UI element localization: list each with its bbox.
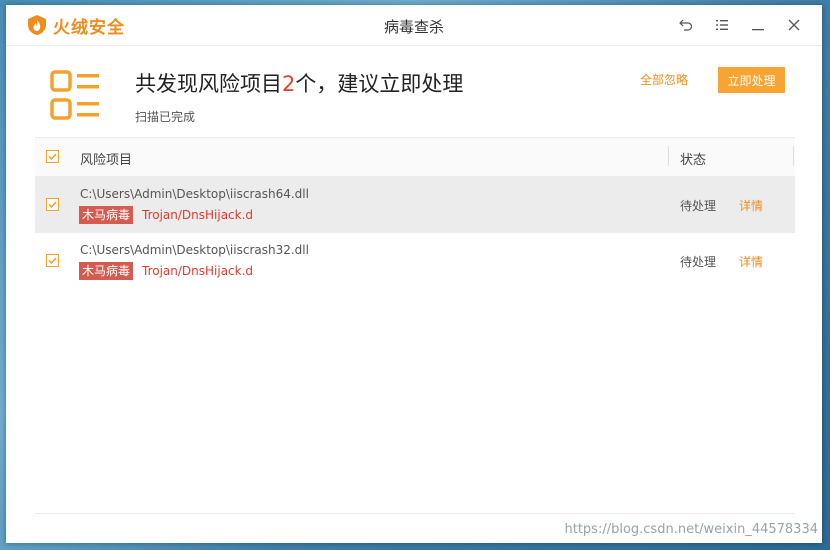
list-menu-icon [716, 20, 728, 30]
result-headline: 共发现风险项目2个，建议立即处理 [135, 68, 463, 98]
status-text: 待处理 [680, 199, 717, 213]
undo-icon [679, 19, 693, 31]
menu-button[interactable] [704, 13, 740, 37]
status-text: 待处理 [680, 255, 717, 269]
handle-now-button[interactable]: 立即处理 [718, 67, 785, 93]
table-row[interactable]: C:\Users\Admin\Desktop\iiscrash64.dll 木马… [35, 177, 795, 233]
back-button[interactable] [668, 13, 704, 37]
detail-link[interactable]: 详情 [739, 197, 763, 214]
table-header: 风险项目 状态 [35, 137, 795, 177]
watermark-text: https://blog.csdn.net/weixin_44578334 [564, 522, 818, 537]
file-path: C:\Users\Admin\Desktop\iiscrash32.dll [80, 243, 309, 257]
headline-prefix: 共发现风险项目 [135, 72, 282, 96]
check-icon [48, 153, 57, 161]
minimize-icon [752, 29, 764, 31]
window-controls [668, 13, 812, 37]
row-checkbox[interactable] [46, 254, 59, 267]
minimize-button[interactable] [740, 13, 776, 37]
risk-list-icon [50, 70, 99, 120]
titlebar: 火绒安全 病毒查杀 [6, 5, 822, 46]
column-header-status: 状态 [680, 153, 707, 168]
column-divider [668, 146, 669, 166]
close-icon [788, 19, 800, 31]
threat-type-badge: 木马病毒 [79, 262, 134, 280]
file-path: C:\Users\Admin\Desktop\iiscrash64.dll [80, 187, 309, 201]
table-row[interactable]: C:\Users\Admin\Desktop\iiscrash32.dll 木马… [35, 233, 795, 289]
threat-type-badge: 木马病毒 [79, 206, 134, 224]
column-header-risk-item: 风险项目 [80, 153, 133, 168]
ignore-all-link[interactable]: 全部忽略 [640, 71, 688, 88]
detail-link[interactable]: 详情 [739, 253, 763, 270]
select-all-checkbox[interactable] [46, 150, 59, 163]
scan-summary: 共发现风险项目2个，建议立即处理 扫描已完成 全部忽略 立即处理 [6, 46, 822, 138]
check-icon [48, 201, 57, 209]
close-button[interactable] [776, 13, 812, 37]
risk-table: 风险项目 状态 C:\Users\Admin\Desktop\iiscrash6… [35, 137, 795, 289]
virus-name: Trojan/DnsHijack.d [142, 208, 254, 222]
footer-divider [35, 513, 795, 514]
column-divider [793, 146, 794, 166]
row-checkbox[interactable] [46, 198, 59, 211]
virus-scan-window: 火绒安全 病毒查杀 共发现风险项目2个，建议立即处理 扫描已完成 全部忽略 立即… [6, 5, 822, 543]
scan-status-text: 扫描已完成 [135, 110, 196, 124]
check-icon [48, 257, 57, 265]
virus-name: Trojan/DnsHijack.d [142, 264, 254, 278]
headline-suffix: 个，建议立即处理 [295, 72, 464, 96]
risk-count: 2 [282, 72, 296, 96]
